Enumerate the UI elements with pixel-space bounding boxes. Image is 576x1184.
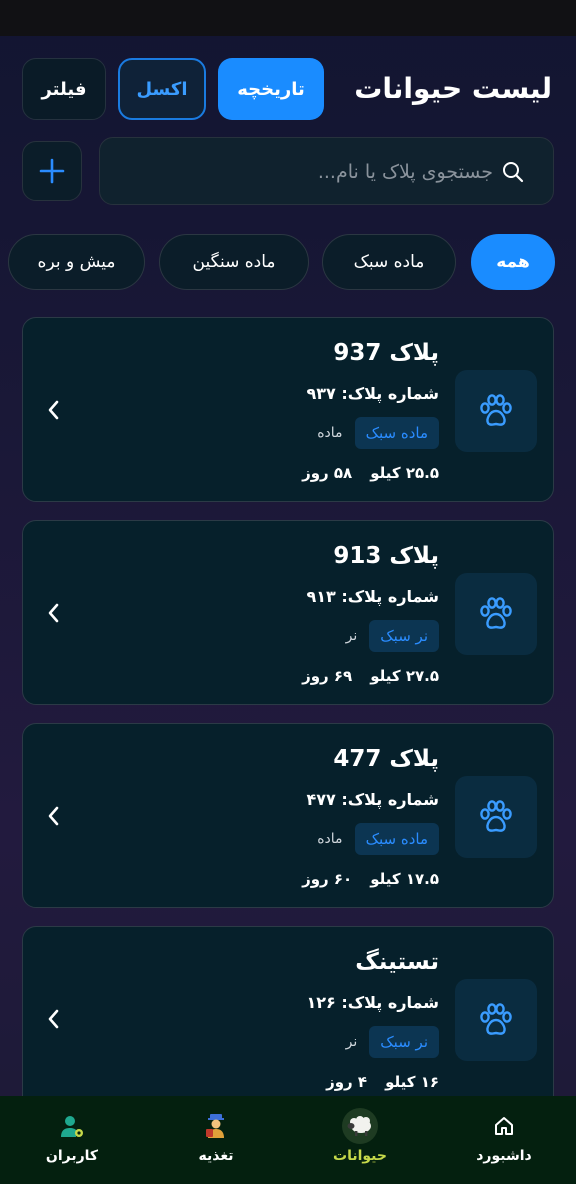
paw-icon	[480, 394, 512, 426]
animal-avatar	[455, 776, 537, 858]
animal-stats: ۱۶ کیلو ۴ روز	[326, 1073, 439, 1091]
animal-sex: نر	[345, 1034, 358, 1050]
animal-age: ۶۰ روز	[302, 870, 353, 888]
chevron-left-icon[interactable]	[45, 804, 63, 828]
search-input[interactable]	[153, 156, 493, 188]
animal-card[interactable]: پلاک 477 شماره پلاک: ۴۷۷ ماده سبک ماده ۱…	[22, 723, 554, 908]
history-button[interactable]: تاریخچه	[218, 58, 324, 120]
filter-button[interactable]: فیلتر	[22, 58, 106, 120]
animal-title: تستینگ	[355, 949, 439, 975]
animal-stats: ۱۷.۵ کیلو ۶۰ روز	[302, 870, 439, 888]
animal-sex: نر	[345, 628, 358, 644]
animal-title: پلاک 913	[333, 543, 439, 569]
add-animal-button[interactable]	[22, 141, 82, 201]
nav-item-dashboard[interactable]: داشبورد	[444, 1104, 564, 1176]
paw-icon	[480, 597, 512, 629]
home-icon	[486, 1108, 522, 1144]
animal-avatar	[455, 979, 537, 1061]
animal-age: ۵۸ روز	[302, 464, 353, 482]
chevron-left-icon[interactable]	[45, 1007, 63, 1031]
nav-item-users[interactable]: کاربران	[12, 1104, 132, 1176]
animal-meta: ماده سبک ماده	[317, 822, 439, 856]
nav-label: کاربران	[45, 1148, 99, 1164]
excel-button[interactable]: اکسل	[118, 58, 206, 120]
animal-weight: ۲۷.۵ کیلو	[370, 667, 439, 685]
nav-label: داشبورد	[476, 1148, 532, 1164]
type-badge: ماده سبک	[354, 823, 439, 855]
user-settings-icon	[54, 1108, 90, 1144]
search-icon	[503, 162, 524, 183]
animal-weight: ۱۷.۵ کیلو	[370, 870, 439, 888]
nav-item-animals[interactable]: حیوانات	[300, 1104, 420, 1176]
nav-label: تغذیه	[198, 1148, 234, 1164]
animal-plate: شماره پلاک: ۱۲۶	[306, 993, 440, 1012]
animal-weight: ۲۵.۵ کیلو	[370, 464, 439, 482]
animal-title: پلاک 477	[333, 746, 439, 772]
type-badge: ماده سبک	[354, 417, 439, 449]
animal-age: ۶۹ روز	[302, 667, 353, 685]
animal-sex: ماده	[317, 831, 343, 847]
status-bar	[0, 0, 576, 36]
plus-icon	[39, 158, 65, 184]
animal-meta: نر سبک نر	[346, 619, 439, 653]
page-title: لیست حیوانات	[354, 72, 552, 105]
chevron-left-icon[interactable]	[45, 398, 63, 422]
animal-meta: نر سبک نر	[346, 1025, 439, 1059]
paw-icon	[480, 800, 512, 832]
animal-plate: شماره پلاک: ۹۱۳	[306, 587, 440, 606]
animal-card[interactable]: پلاک 937 شماره پلاک: ۹۳۷ ماده سبک ماده ۲…	[22, 317, 554, 502]
nav-item-feeding[interactable]: تغذیه	[156, 1104, 276, 1176]
header: لیست حیوانات تاریخچه اکسل فیلتر	[22, 58, 554, 120]
animal-age: ۴ روز	[326, 1073, 368, 1091]
animal-card[interactable]: تستینگ شماره پلاک: ۱۲۶ نر سبک نر ۱۶ کیلو…	[22, 926, 554, 1111]
animal-plate: شماره پلاک: ۴۷۷	[306, 790, 440, 809]
animal-plate: شماره پلاک: ۹۳۷	[306, 384, 440, 403]
type-badge: نر سبک	[369, 1026, 439, 1058]
animal-stats: ۲۵.۵ کیلو ۵۸ روز	[302, 464, 439, 482]
filter-chip-heavy-female[interactable]: ماده سنگین	[159, 234, 309, 290]
animal-card[interactable]: پلاک 913 شماره پلاک: ۹۱۳ نر سبک نر ۲۷.۵ …	[22, 520, 554, 705]
filter-chip-all[interactable]: همه	[471, 234, 555, 290]
type-badge: نر سبک	[369, 620, 439, 652]
animal-sex: ماده	[317, 425, 343, 441]
farmer-icon	[198, 1108, 234, 1144]
chevron-left-icon[interactable]	[45, 601, 63, 625]
animal-weight: ۱۶ کیلو	[385, 1073, 439, 1091]
sheep-icon	[342, 1108, 378, 1144]
animal-avatar	[455, 573, 537, 655]
filter-chip-light-female[interactable]: ماده سبک	[322, 234, 456, 290]
animal-stats: ۲۷.۵ کیلو ۶۹ روز	[302, 667, 439, 685]
animal-title: پلاک 937	[333, 340, 439, 366]
search-box	[99, 137, 554, 205]
paw-icon	[480, 1003, 512, 1035]
filter-chip-ewe-lamb[interactable]: میش و بره	[8, 234, 145, 290]
animal-meta: ماده سبک ماده	[317, 416, 439, 450]
animal-avatar	[455, 370, 537, 452]
nav-label: حیوانات	[333, 1148, 387, 1164]
bottom-nav: داشبورد حیوانات تغذیه کاربران	[0, 1096, 576, 1184]
